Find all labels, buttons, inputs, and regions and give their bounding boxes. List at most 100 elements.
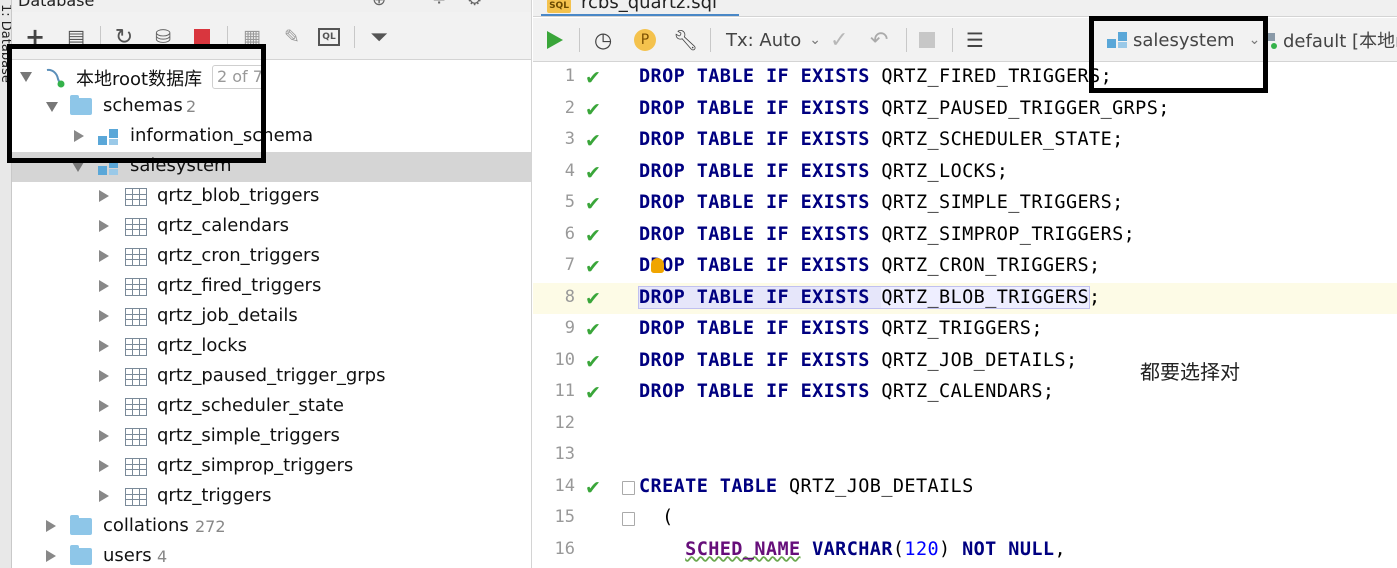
output-settings-icon[interactable]: ☰	[966, 28, 984, 52]
code-line[interactable]: 13	[533, 440, 1397, 472]
expand-arrow-icon[interactable]	[99, 460, 109, 472]
expand-arrow-icon[interactable]	[99, 340, 109, 352]
table-row[interactable]: qrtz_simple_triggers	[12, 422, 531, 452]
executed-check-icon: ✔	[585, 382, 601, 404]
code-line[interactable]: 15 (	[533, 503, 1397, 535]
panel-title: Database	[18, 0, 95, 10]
explain-plan-icon[interactable]: P	[634, 28, 656, 52]
line-number: 14	[554, 475, 575, 496]
executed-check-icon: ✔	[585, 224, 601, 247]
datasource-label: default [本地root	[1283, 31, 1397, 52]
executed-check-icon: ✔	[585, 130, 601, 152]
tree-collations-folder[interactable]: collations 272	[12, 512, 531, 542]
code-line[interactable]: 3 ✔ DROP TABLE IF EXISTS QRTZ_SCHEDULER_ST…	[533, 125, 1397, 157]
code-line[interactable]: 6 ✔ DROP TABLE IF EXISTS QRTZ_SIMPROP_TRIG…	[533, 220, 1397, 252]
code-line[interactable]: 5 ✔ DROP TABLE IF EXISTS QRTZ_SIMPLE_TRIGG…	[533, 188, 1397, 220]
expand-arrow-icon[interactable]	[46, 550, 56, 562]
ql-console-icon[interactable]: QL	[317, 25, 341, 49]
table-icon	[125, 458, 147, 476]
expand-arrow-icon[interactable]	[99, 220, 109, 232]
wrench-icon[interactable]: 🔧︎	[673, 28, 698, 52]
collapse-arrow-icon[interactable]	[72, 162, 84, 172]
intention-bulb-icon[interactable]	[651, 258, 664, 273]
line-number: 4	[564, 160, 575, 181]
table-icon	[125, 428, 147, 446]
code-line[interactable]: 4 ✔ DROP TABLE IF EXISTS QRTZ_LOCKS;	[533, 157, 1397, 189]
code-line[interactable]: 14 ✔ CREATE TABLE QRTZ_JOB_DETAILS	[533, 472, 1397, 504]
table-label: qrtz_job_details	[157, 305, 298, 326]
expand-arrow-icon[interactable]	[99, 250, 109, 262]
code-line[interactable]: 16 SCHED_NAME VARCHAR(120) NOT NULL,	[533, 535, 1397, 567]
tree-users-folder[interactable]: users 4	[12, 542, 531, 568]
code-text: CREATE TABLE QRTZ_JOB_DETAILS	[639, 475, 974, 497]
collations-label: collations	[103, 515, 189, 536]
toolbar-divider	[354, 26, 355, 48]
fold-marker-icon[interactable]	[622, 512, 635, 526]
code-text: (	[639, 507, 674, 528]
filter-icon[interactable]: ⏷	[367, 25, 391, 50]
table-row[interactable]: qrtz_job_details	[12, 302, 531, 332]
table-icon	[125, 308, 147, 326]
history-icon[interactable]: ◷	[594, 28, 612, 52]
users-count: 4	[157, 547, 168, 566]
table-icon	[125, 368, 147, 386]
expand-arrow-icon[interactable]	[99, 190, 109, 202]
collations-count: 272	[195, 517, 226, 536]
code-text: DROP TABLE IF EXISTS QRTZ_LOCKS;	[639, 160, 1009, 182]
code-line[interactable]: 11 ✔ DROP TABLE IF EXISTS QRTZ_CALENDARS;	[533, 377, 1397, 409]
commit-check-icon[interactable]: ✓	[830, 28, 848, 53]
table-row[interactable]: qrtz_fired_triggers	[12, 272, 531, 302]
code-area[interactable]: 1 ✔ DROP TABLE IF EXISTS QRTZ_FIRED_TRIGGE…	[533, 62, 1397, 568]
code-line[interactable]: 8 ✔ DROP TABLE IF EXISTS QRTZ_BLOB_TRIGGER…	[533, 282, 1397, 314]
table-row[interactable]: qrtz_triggers	[12, 482, 531, 512]
stop-icon[interactable]	[919, 28, 935, 52]
gear-icon[interactable]: ⚙	[467, 0, 482, 10]
line-number: 8	[564, 286, 575, 307]
chevron-down-icon: ⌄	[809, 32, 821, 48]
table-row[interactable]: qrtz_simprop_triggers	[12, 452, 531, 482]
table-row[interactable]: qrtz_scheduler_state	[12, 392, 531, 422]
table-label: qrtz_paused_trigger_grps	[157, 365, 386, 386]
executed-check-icon: ✔	[585, 67, 601, 89]
line-number: 3	[564, 129, 575, 149]
editor-tab[interactable]: SQL rcbs_quartz.sql	[541, 0, 739, 16]
code-line[interactable]: 9 ✔ DROP TABLE IF EXISTS QRTZ_TRIGGERS;	[533, 314, 1397, 346]
code-line[interactable]: 12	[533, 409, 1397, 441]
toolbar-divider	[952, 28, 953, 52]
executed-check-icon: ✔	[585, 98, 601, 121]
toolbar-divider	[579, 28, 580, 52]
line-number: 15	[554, 507, 575, 527]
table-row[interactable]: qrtz_paused_trigger_grps	[12, 362, 531, 392]
expand-arrow-icon[interactable]	[99, 280, 109, 292]
table-label: qrtz_cron_triggers	[157, 245, 320, 266]
table-label: qrtz_blob_triggers	[157, 185, 320, 206]
run-icon[interactable]	[547, 28, 563, 52]
code-line[interactable]: 7 ✔ DROP TABLE IF EXISTS QRTZ_CRON_TRIGGER…	[533, 251, 1397, 283]
table-row[interactable]: qrtz_locks	[12, 332, 531, 362]
fold-marker-icon[interactable]	[622, 480, 635, 495]
expand-arrow-icon[interactable]	[99, 370, 109, 382]
datasource-selector[interactable]: default [本地root	[1267, 28, 1397, 52]
table-row[interactable]: qrtz_calendars	[12, 212, 531, 242]
table-row[interactable]: qrtz_cron_triggers	[12, 242, 531, 272]
expand-arrow-icon[interactable]	[99, 430, 109, 442]
code-text: DROP TABLE IF EXISTS QRTZ_PAUSED_TRIGGER…	[639, 97, 1170, 119]
table-label: qrtz_triggers	[157, 485, 272, 506]
table-row[interactable]: qrtz_blob_triggers	[12, 182, 531, 212]
table-icon	[125, 488, 147, 506]
code-line[interactable]: 10 ✔ DROP TABLE IF EXISTS QRTZ_JOB_DETAILS…	[533, 346, 1397, 378]
expand-arrow-icon[interactable]	[99, 400, 109, 412]
table-icon	[125, 218, 147, 236]
table-label: qrtz_scheduler_state	[157, 395, 344, 416]
expand-arrow-icon[interactable]	[99, 490, 109, 502]
rollback-icon[interactable]: ↶	[870, 28, 888, 53]
line-number: 2	[564, 97, 575, 118]
expand-arrow-icon[interactable]	[99, 310, 109, 322]
edit-icon[interactable]: ✎	[280, 25, 304, 49]
transaction-mode-dropdown[interactable]: Tx: Auto ⌄	[726, 28, 821, 52]
globe-icon[interactable]: ⊕	[372, 0, 386, 10]
toolbar-divider	[710, 28, 711, 52]
executed-check-icon: ✔	[585, 476, 601, 499]
expand-arrow-icon[interactable]	[46, 520, 56, 532]
code-line[interactable]: 2 ✔ DROP TABLE IF EXISTS QRTZ_PAUSED_TRIGG…	[533, 94, 1397, 126]
